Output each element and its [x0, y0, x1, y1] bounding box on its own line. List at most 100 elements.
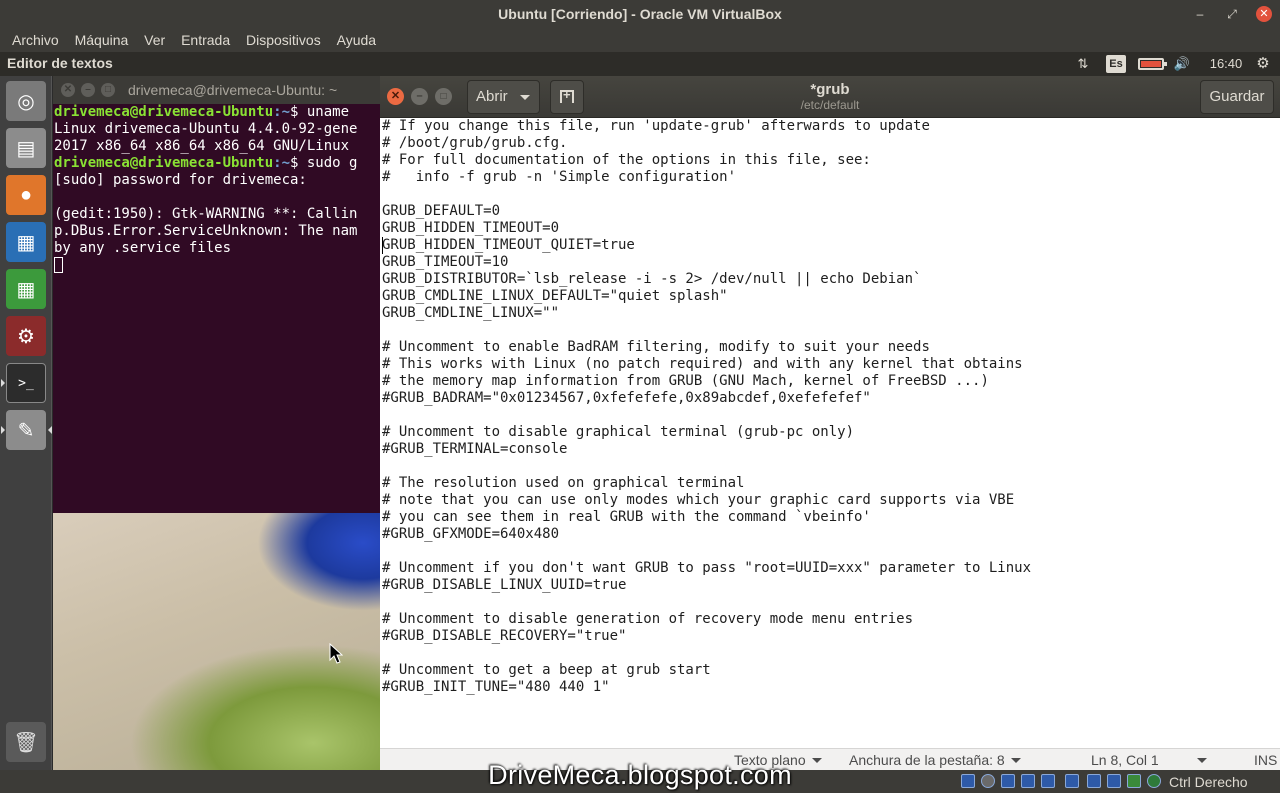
code-line[interactable]: #GRUB_INIT_TUNE="480 440 1": [382, 679, 1031, 696]
code-line[interactable]: # Uncomment if you don't want GRUB to pa…: [382, 560, 1031, 577]
running-indicator: [1, 379, 5, 387]
menu-ver[interactable]: Ver: [138, 28, 171, 52]
session-gear-icon[interactable]: ⚙: [1254, 55, 1272, 73]
code-line[interactable]: GRUB_DISTRIBUTOR=`lsb_release -i -s 2> /…: [382, 271, 1031, 288]
ubuntu-top-panel: Editor de textos ⇅ Es 🔊 16:40 ⚙: [0, 52, 1280, 76]
code-line[interactable]: # Uncomment to disable graphical termina…: [382, 424, 1031, 441]
code-line[interactable]: GRUB_HIDDEN_TIMEOUT_QUIET=true: [382, 237, 1031, 254]
code-line[interactable]: GRUB_CMDLINE_LINUX="": [382, 305, 1031, 322]
code-line[interactable]: # Uncomment to enable BadRAM filtering, …: [382, 339, 1031, 356]
libreoffice-calc-icon: ▦: [16, 278, 36, 301]
battery-icon[interactable]: [1138, 58, 1167, 70]
code-line[interactable]: #GRUB_TERMINAL=console: [382, 441, 1031, 458]
code-line[interactable]: #GRUB_BADRAM="0x01234567,0xfefefefe,0x89…: [382, 390, 1031, 407]
terminal-icon: >_: [18, 375, 34, 391]
vbox-close-icon[interactable]: ✕: [1256, 6, 1272, 22]
terminal-line: drivemeca@drivemeca-Ubuntu:~$ uname: [54, 104, 350, 120]
watermark-text: DriveMeca.blogspot.com: [488, 760, 792, 790]
launcher-item-terminal[interactable]: >_: [6, 363, 46, 403]
terminal-line: [sudo] password for drivemeca:: [54, 172, 307, 188]
launcher-item-text-editor[interactable]: ✎: [6, 410, 46, 450]
gedit-headerbar[interactable]: ✕ – □ *grub /etc/default Abrir Guardar: [380, 76, 1280, 118]
code-line[interactable]: [382, 322, 1031, 339]
code-line[interactable]: # For full documentation of the options …: [382, 152, 1031, 169]
launcher-item-firefox[interactable]: ●: [6, 175, 46, 215]
code-line[interactable]: GRUB_CMDLINE_LINUX_DEFAULT="quiet splash…: [382, 288, 1031, 305]
vbox-minimize-icon[interactable]: ‒: [1192, 6, 1208, 22]
system-settings-icon: ⚙: [17, 325, 35, 348]
save-button[interactable]: Guardar: [1200, 80, 1274, 114]
virtualbox-menubar: Archivo Máquina Ver Entrada Dispositivos…: [0, 28, 1280, 52]
menu-dispositivos[interactable]: Dispositivos: [240, 28, 327, 52]
battery-level: [1141, 61, 1161, 67]
screen: Ubuntu [Corriendo] - Oracle VM VirtualBo…: [0, 0, 1280, 793]
code-line[interactable]: #GRUB_GFXMODE=640x480: [382, 526, 1031, 543]
code-line[interactable]: # /boot/grub/grub.cfg.: [382, 135, 1031, 152]
terminal-window[interactable]: ✕ – □ drivemeca@drivemeca-Ubuntu: ~ driv…: [53, 76, 380, 513]
chevron-down-icon: [520, 95, 530, 100]
launcher-item-files[interactable]: ▤: [6, 128, 46, 168]
code-line[interactable]: # The resolution used on graphical termi…: [382, 475, 1031, 492]
code-line[interactable]: [382, 594, 1031, 611]
code-line[interactable]: [382, 407, 1031, 424]
menu-maquina[interactable]: Máquina: [69, 28, 135, 52]
code-line[interactable]: # This works with Linux (no patch requir…: [382, 356, 1031, 373]
code-line[interactable]: # Uncomment to disable generation of rec…: [382, 611, 1031, 628]
code-line[interactable]: GRUB_HIDDEN_TIMEOUT=0: [382, 220, 1031, 237]
code-line[interactable]: [382, 543, 1031, 560]
launcher-item-settings[interactable]: ⚙: [6, 316, 46, 356]
text-editor-area[interactable]: # If you change this file, run 'update-g…: [380, 118, 1280, 748]
code-line[interactable]: [382, 186, 1031, 203]
terminal-maximize-icon[interactable]: □: [101, 83, 115, 97]
launcher-item-trash[interactable]: 🗑: [6, 722, 46, 762]
virtualbox-titlebar: Ubuntu [Corriendo] - Oracle VM VirtualBo…: [0, 0, 1280, 28]
clock[interactable]: 16:40: [1206, 55, 1246, 73]
terminal-output[interactable]: drivemeca@drivemeca-Ubuntu:~$ uname Linux…: [54, 104, 380, 513]
code-line[interactable]: # Uncomment to get a beep at grub start: [382, 662, 1031, 679]
focused-indicator: [48, 426, 52, 434]
vbox-restore-icon[interactable]: ⤢: [1224, 6, 1240, 22]
network-icon[interactable]: ⇅: [1074, 55, 1092, 73]
running-indicator: [1, 426, 5, 434]
text-caret: [382, 237, 383, 254]
terminal-titlebar[interactable]: ✕ – □ drivemeca@drivemeca-Ubuntu: ~: [53, 76, 380, 104]
code-line[interactable]: #GRUB_DISABLE_LINUX_UUID=true: [382, 577, 1031, 594]
active-app-title[interactable]: Editor de textos: [7, 52, 113, 74]
code-line[interactable]: #GRUB_DISABLE_RECOVERY="true": [382, 628, 1031, 645]
files-icon: ▤: [16, 137, 36, 160]
open-button[interactable]: Abrir: [467, 80, 540, 114]
terminal-cursor: [54, 257, 63, 273]
trash-icon: 🗑: [13, 731, 39, 754]
volume-icon[interactable]: 🔊: [1172, 55, 1192, 73]
launcher-item-writer[interactable]: ▦: [6, 222, 46, 262]
new-document-button[interactable]: [550, 80, 584, 114]
keyboard-language-indicator[interactable]: Es: [1106, 55, 1126, 73]
code-line[interactable]: [382, 645, 1031, 662]
terminal-line: 2017 x86_64 x86_64 x86_64 GNU/Linux: [54, 138, 350, 154]
libreoffice-writer-icon: ▦: [16, 231, 36, 254]
gedit-window[interactable]: ✕ – □ *grub /etc/default Abrir Guardar #…: [380, 76, 1280, 770]
code-line[interactable]: [382, 458, 1031, 475]
menu-entrada[interactable]: Entrada: [175, 28, 236, 52]
launcher-item-dash[interactable]: ◎: [6, 81, 46, 121]
menu-archivo[interactable]: Archivo: [6, 28, 65, 52]
terminal-line: [54, 257, 380, 275]
terminal-line: drivemeca@drivemeca-Ubuntu:~$ sudo g: [54, 155, 358, 171]
launcher-item-calc[interactable]: ▦: [6, 269, 46, 309]
code-line[interactable]: # info -f grub -n 'Simple configuration': [382, 169, 1031, 186]
code-line[interactable]: # If you change this file, run 'update-g…: [382, 118, 1031, 135]
editor-lines[interactable]: # If you change this file, run 'update-g…: [382, 118, 1031, 696]
mouse-pointer-icon: [329, 643, 343, 664]
terminal-minimize-icon[interactable]: –: [81, 83, 95, 97]
new-tab-icon: [560, 87, 574, 103]
code-line[interactable]: # you can see them in real GRUB with the…: [382, 509, 1031, 526]
terminal-close-icon[interactable]: ✕: [61, 83, 75, 97]
code-line[interactable]: GRUB_DEFAULT=0: [382, 203, 1031, 220]
code-line[interactable]: # note that you can use only modes which…: [382, 492, 1031, 509]
terminal-line: by any .service files: [54, 240, 232, 256]
menu-ayuda[interactable]: Ayuda: [331, 28, 382, 52]
open-button-label: Abrir: [476, 88, 508, 105]
code-line[interactable]: # the memory map information from GRUB (…: [382, 373, 1031, 390]
code-line[interactable]: GRUB_TIMEOUT=10: [382, 254, 1031, 271]
